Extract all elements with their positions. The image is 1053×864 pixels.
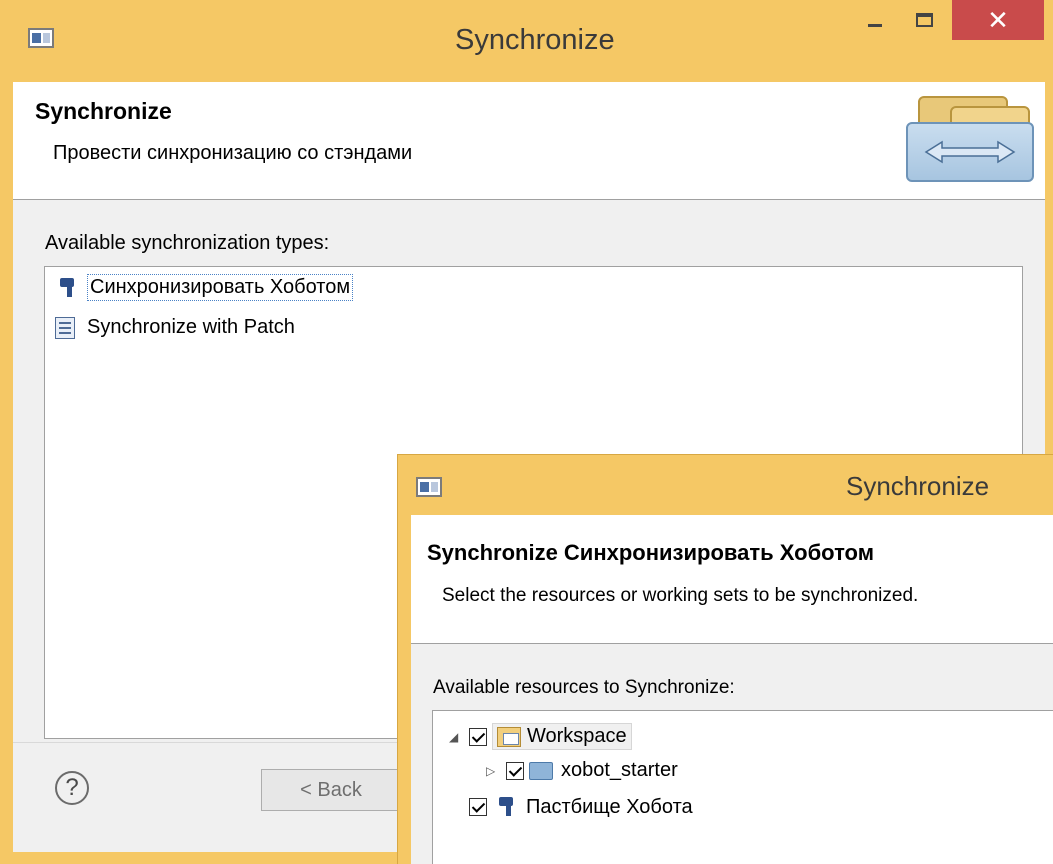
help-button[interactable]: ? <box>55 771 89 805</box>
wizard-header: Synchronize Провести синхронизацию со ст… <box>13 82 1045 200</box>
list-item[interactable]: Synchronize with Patch <box>55 315 297 340</box>
wizard-title: Synchronize <box>35 98 172 124</box>
list-item-label: Синхронизировать Хоботом <box>87 274 354 301</box>
minimize-icon <box>868 23 882 27</box>
expanded-arrow-icon[interactable]: ◢ <box>449 730 463 744</box>
sync-types-label: Available synchronization types: <box>45 232 330 254</box>
dialog-title: Synchronize <box>846 471 990 501</box>
key-icon <box>57 276 79 300</box>
maximize-icon <box>915 13 933 27</box>
resources-label: Available resources to Synchronize: <box>433 677 735 698</box>
resources-tree[interactable]: ◢ Workspace ▷ xobot_starter Пастбище Хоб… <box>432 710 1053 864</box>
tree-item-xobot-starter[interactable]: ▷ xobot_starter <box>486 759 678 782</box>
dialog-header: Synchronize Синхронизировать Хоботом Sel… <box>411 515 1053 644</box>
close-button[interactable]: ✕ <box>952 0 1044 40</box>
dialog-content: Synchronize Синхронизировать Хоботом Sel… <box>411 515 1053 864</box>
pastbishche-checkbox[interactable] <box>469 798 487 816</box>
tree-item-label: xobot_starter <box>561 759 678 781</box>
maximize-button[interactable] <box>904 0 944 40</box>
collapsed-arrow-icon[interactable]: ▷ <box>486 764 500 778</box>
dialog-header-title: Synchronize Синхронизировать Хоботом <box>427 540 874 565</box>
tree-item-workspace[interactable]: ◢ Workspace <box>449 723 632 750</box>
workspace-icon <box>497 726 521 747</box>
dialog-header-description: Select the resources or working sets to … <box>442 585 919 606</box>
back-button[interactable]: < Back <box>261 769 401 811</box>
app-icon <box>28 28 54 48</box>
dialog-window: Synchronize Synchronize Синхронизировать… <box>397 454 1053 864</box>
dialog-titlebar[interactable]: Synchronize <box>398 455 1053 515</box>
tree-item-label: Workspace <box>527 725 627 747</box>
close-icon: ✕ <box>987 4 1009 35</box>
window-title: Synchronize <box>455 24 615 56</box>
main-titlebar[interactable]: Synchronize ✕ <box>0 0 1053 82</box>
wizard-description: Провести синхронизацию со стэндами <box>53 142 413 164</box>
double-arrow-icon <box>924 140 1016 164</box>
app-icon <box>416 477 442 497</box>
key-icon <box>496 795 518 819</box>
xobot-starter-checkbox[interactable] <box>506 761 524 780</box>
tree-item-label: Пастбище Хобота <box>526 795 693 818</box>
synchronize-banner-icon <box>906 96 1034 182</box>
tree-item-pastbishche[interactable]: Пастбище Хобота <box>469 795 693 819</box>
minimize-button[interactable] <box>855 0 895 40</box>
folder-icon <box>529 761 553 780</box>
list-item-label: Synchronize with Patch <box>87 316 295 338</box>
list-item[interactable]: Синхронизировать Хоботом <box>57 274 354 301</box>
patch-icon <box>55 316 75 339</box>
workspace-checkbox[interactable] <box>469 727 487 746</box>
